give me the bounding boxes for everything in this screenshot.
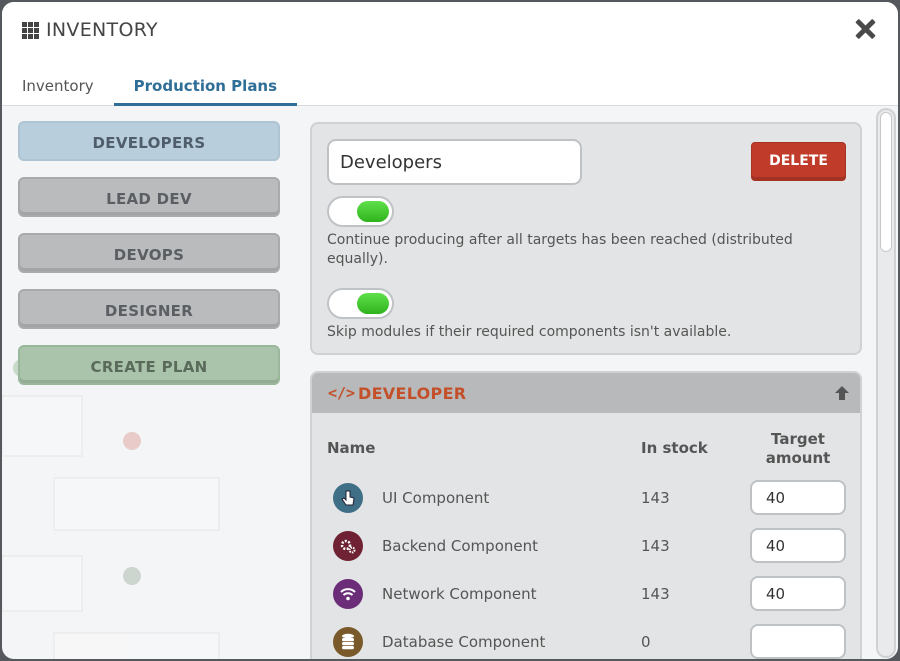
skip-modules-label: Skip modules if their required component…	[327, 324, 732, 340]
window-header: INVENTORY Inventory Production Plans	[2, 2, 898, 106]
column-target-header-line1: Target	[771, 430, 825, 448]
code-icon: </>	[328, 384, 356, 402]
plan-list: DEVELOPERS LEAD DEV DEVOPS DESIGNER CREA…	[18, 121, 280, 401]
scrollbar[interactable]	[876, 108, 896, 658]
component-name: Network Component	[382, 585, 537, 603]
column-name-header: Name	[327, 439, 376, 457]
module-panel-developer: </> DEVELOPER Name In stock Target amoun…	[310, 371, 862, 659]
column-target-header-line2: amount	[765, 449, 831, 467]
grid-menu-icon	[22, 21, 39, 39]
component-stock: 143	[641, 537, 670, 555]
plan-name-input[interactable]	[327, 139, 582, 185]
toggle-knob	[357, 293, 389, 314]
plan-button-designer[interactable]: DESIGNER	[18, 289, 280, 329]
component-name: Database Component	[382, 633, 546, 651]
tab-bar: Inventory Production Plans	[2, 68, 298, 106]
target-amount-input[interactable]	[750, 528, 846, 563]
wifi-icon	[333, 579, 363, 609]
create-plan-button[interactable]: CREATE PLAN	[18, 345, 280, 385]
module-header[interactable]: </> DEVELOPER	[312, 373, 860, 413]
inventory-window: INVENTORY Inventory Production Plans DEV…	[2, 2, 898, 659]
pointer-hand-icon	[333, 483, 363, 513]
target-amount-input[interactable]	[750, 624, 846, 659]
target-amount-input[interactable]	[750, 480, 846, 515]
continue-producing-toggle[interactable]	[327, 196, 394, 227]
component-stock: 0	[641, 633, 651, 651]
scrollbar-thumb[interactable]	[880, 112, 892, 252]
tab-inventory[interactable]: Inventory	[2, 68, 114, 106]
database-icon	[333, 627, 363, 657]
plan-settings-panel: DELETE Continue producing after all targ…	[310, 122, 862, 355]
plan-button-lead-dev[interactable]: LEAD DEV	[18, 177, 280, 217]
toggle-knob	[357, 201, 389, 222]
component-row: Backend Component 143	[312, 525, 860, 573]
component-name: Backend Component	[382, 537, 538, 555]
component-row: Network Component 143	[312, 573, 860, 621]
delete-plan-button[interactable]: DELETE	[751, 142, 846, 181]
close-icon[interactable]	[852, 16, 878, 42]
component-row: UI Component 143	[312, 477, 860, 525]
component-row: Database Component 0	[312, 621, 860, 659]
column-stock-header: In stock	[641, 439, 708, 457]
skip-modules-toggle[interactable]	[327, 288, 394, 319]
component-stock: 143	[641, 585, 670, 603]
continue-producing-label: Continue producing after all targets has…	[327, 232, 793, 267]
window-title-text: INVENTORY	[46, 19, 158, 41]
target-amount-input[interactable]	[750, 576, 846, 611]
component-stock: 143	[641, 489, 670, 507]
gears-icon	[333, 531, 363, 561]
plan-button-developers[interactable]: DEVELOPERS	[18, 121, 280, 161]
component-name: UI Component	[382, 489, 490, 507]
tab-production-plans[interactable]: Production Plans	[113, 68, 298, 106]
plan-button-devops[interactable]: DEVOPS	[18, 233, 280, 273]
column-target-header: Target amount	[750, 430, 846, 468]
arrow-up-icon[interactable]	[834, 385, 850, 401]
module-title: DEVELOPER	[358, 383, 467, 403]
window-title: INVENTORY	[22, 19, 158, 41]
